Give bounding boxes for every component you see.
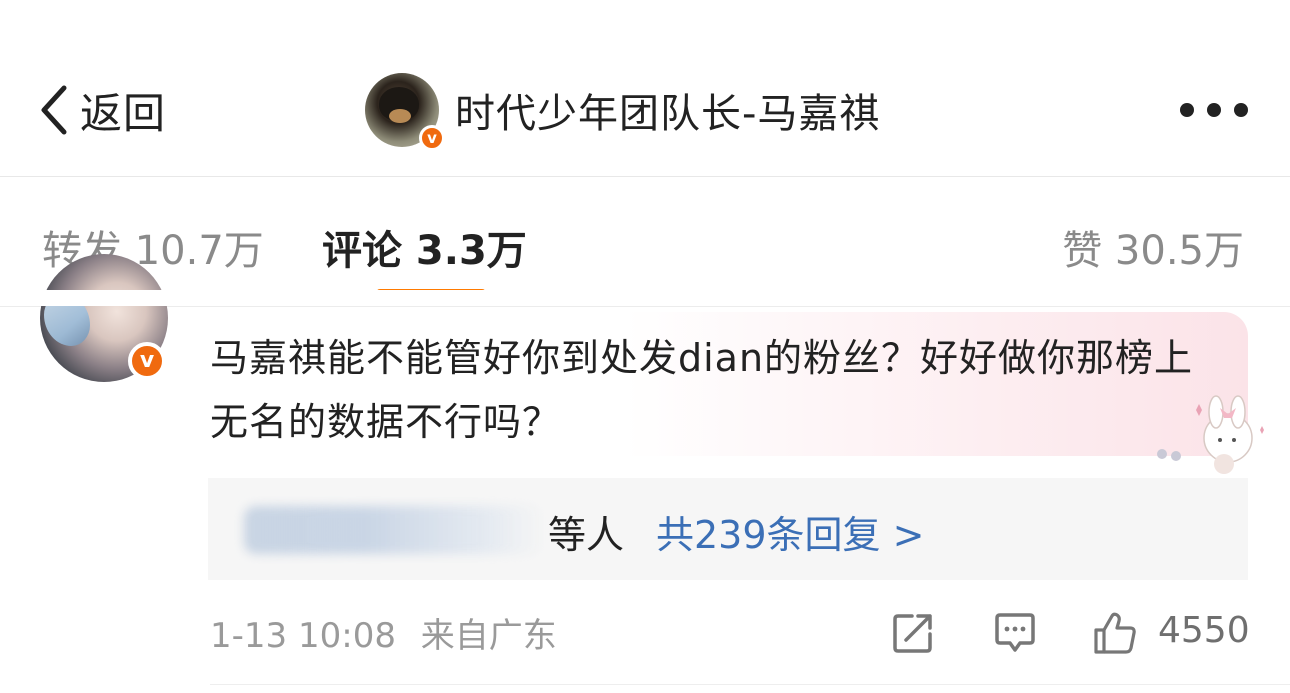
comment-meta: 1-13 10:08 来自广东 <box>210 608 557 657</box>
comment-text: 马嘉祺能不能管好你到处发dian的粉丝？好好做你那榜上无名的数据不行吗？ <box>210 336 1194 444</box>
tabs-divider <box>0 306 1290 307</box>
view-replies-link[interactable]: 共239条回复 > <box>656 504 924 559</box>
more-dot <box>1234 103 1248 117</box>
comment-time: 1-13 10:08 <box>210 616 396 656</box>
account-title[interactable]: v 时代少年团队长-马嘉祺 <box>365 72 881 151</box>
account-avatar[interactable]: v <box>365 73 445 151</box>
more-dot <box>1207 103 1221 117</box>
more-icon[interactable] <box>1180 100 1248 120</box>
avatar-clip-mask <box>0 290 1290 306</box>
replies-suffix: 等人 <box>548 513 625 557</box>
verified-badge-icon: v <box>419 125 445 151</box>
like-icon[interactable] <box>1092 610 1138 656</box>
bunny-sticker-icon <box>1157 395 1264 474</box>
share-icon[interactable] <box>890 610 936 656</box>
page-title: 时代少年团队长-马嘉祺 <box>455 91 881 137</box>
back-arrow-icon <box>41 85 67 135</box>
verified-badge-icon: v <box>128 342 166 380</box>
more-dot <box>1180 103 1194 117</box>
tab-like[interactable]: 赞 30.5万 <box>1062 218 1244 276</box>
blurred-replier-name <box>244 506 544 554</box>
comment-location: 来自广东 <box>420 616 557 656</box>
like-count: 4550 <box>1158 610 1250 651</box>
tab-comment[interactable]: 评论 3.3万 <box>322 218 527 276</box>
comment-divider <box>210 684 1290 685</box>
comment-icon[interactable] <box>992 610 1038 656</box>
back-label: 返回 <box>80 88 167 138</box>
header-divider <box>0 176 1290 177</box>
top-bar: 返回 v 时代少年团队长-马嘉祺 <box>0 50 1290 176</box>
replies-preview[interactable]: 等人 共239条回复 > <box>208 478 1248 580</box>
tab-bar: 转发 10.7万 评论 3.3万 赞 30.5万 <box>0 178 1290 306</box>
weibo-comment-page: 返回 v 时代少年团队长-马嘉祺 转发 10.7万 评论 3.3万 赞 30.5… <box>0 0 1290 693</box>
back-button[interactable]: 返回 <box>36 82 166 138</box>
avatar-image-detail <box>389 109 411 123</box>
